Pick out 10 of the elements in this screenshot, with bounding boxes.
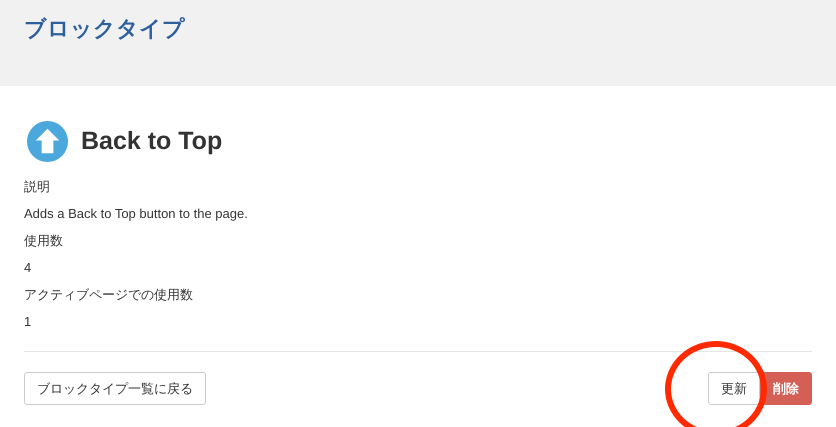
field-value: 4: [24, 259, 32, 277]
field-value: Adds a Back to Top button to the page.: [24, 205, 249, 223]
page-title: ブロックタイプ: [24, 15, 186, 43]
back-to-list-button[interactable]: ブロックタイプ一覧に戻る: [24, 372, 206, 405]
block-name: Back to Top: [81, 127, 222, 156]
field-label: 説明: [24, 178, 51, 196]
field-label: アクティブページでの使用数: [24, 286, 194, 304]
update-button[interactable]: 更新: [708, 372, 760, 405]
field-value: 1: [24, 313, 32, 331]
field-label: 使用数: [24, 232, 64, 250]
